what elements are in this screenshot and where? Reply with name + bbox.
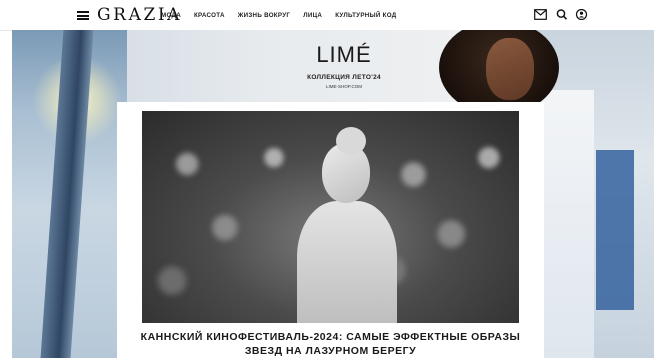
headline-line-1: КАННСКИЙ КИНОФЕСТИВАЛЬ-2024: САМЫЕ ЭФФЕК… — [140, 331, 521, 343]
user-icon[interactable] — [575, 9, 588, 20]
outfit-stripe — [596, 150, 634, 310]
ad-brand-block: LIMÉ КОЛЛЕКЦИЯ ЛЕТО'24 LIME-SHOP.COM — [294, 42, 394, 90]
nav-item-moda[interactable]: МОДА — [161, 11, 181, 20]
nav-item-krasota[interactable]: КРАСОТА — [194, 11, 225, 20]
mail-icon[interactable] — [534, 9, 547, 20]
nav-item-zhizn-vokrug[interactable]: ЖИЗНЬ ВОКРУГ — [238, 11, 290, 20]
headline-line-2: ЗВЕЗД НА ЛАЗУРНОМ БЕРЕГУ — [244, 345, 417, 357]
article-card[interactable]: КАННСКИЙ КИНОФЕСТИВАЛЬ-2024: САМЫЕ ЭФФЕК… — [117, 102, 544, 358]
model-face — [486, 38, 534, 100]
article-photo[interactable] — [142, 111, 519, 323]
menu-icon[interactable] — [77, 11, 89, 20]
main-nav: МОДА КРАСОТА ЖИЗНЬ ВОКРУГ ЛИЦА КУЛЬТУРНЫ… — [161, 11, 409, 20]
top-navigation: GRAZIA МОДА КРАСОТА ЖИЗНЬ ВОКРУГ ЛИЦА КУ… — [0, 0, 654, 31]
photo-subject — [292, 127, 402, 323]
article-headline[interactable]: КАННСКИЙ КИНОФЕСТИВАЛЬ-2024: САМЫЕ ЭФФЕК… — [117, 330, 544, 358]
search-icon[interactable] — [556, 9, 569, 20]
nav-item-litsa[interactable]: ЛИЦА — [303, 11, 322, 20]
ad-collection: КОЛЛЕКЦИЯ ЛЕТО'24 — [307, 74, 381, 81]
ad-brand-name: LIMÉ — [316, 42, 372, 67]
ad-site[interactable]: LIME-SHOP.COM — [294, 84, 394, 89]
nav-item-kulturny-kod[interactable]: КУЛЬТУРНЫЙ КОД — [335, 11, 396, 20]
